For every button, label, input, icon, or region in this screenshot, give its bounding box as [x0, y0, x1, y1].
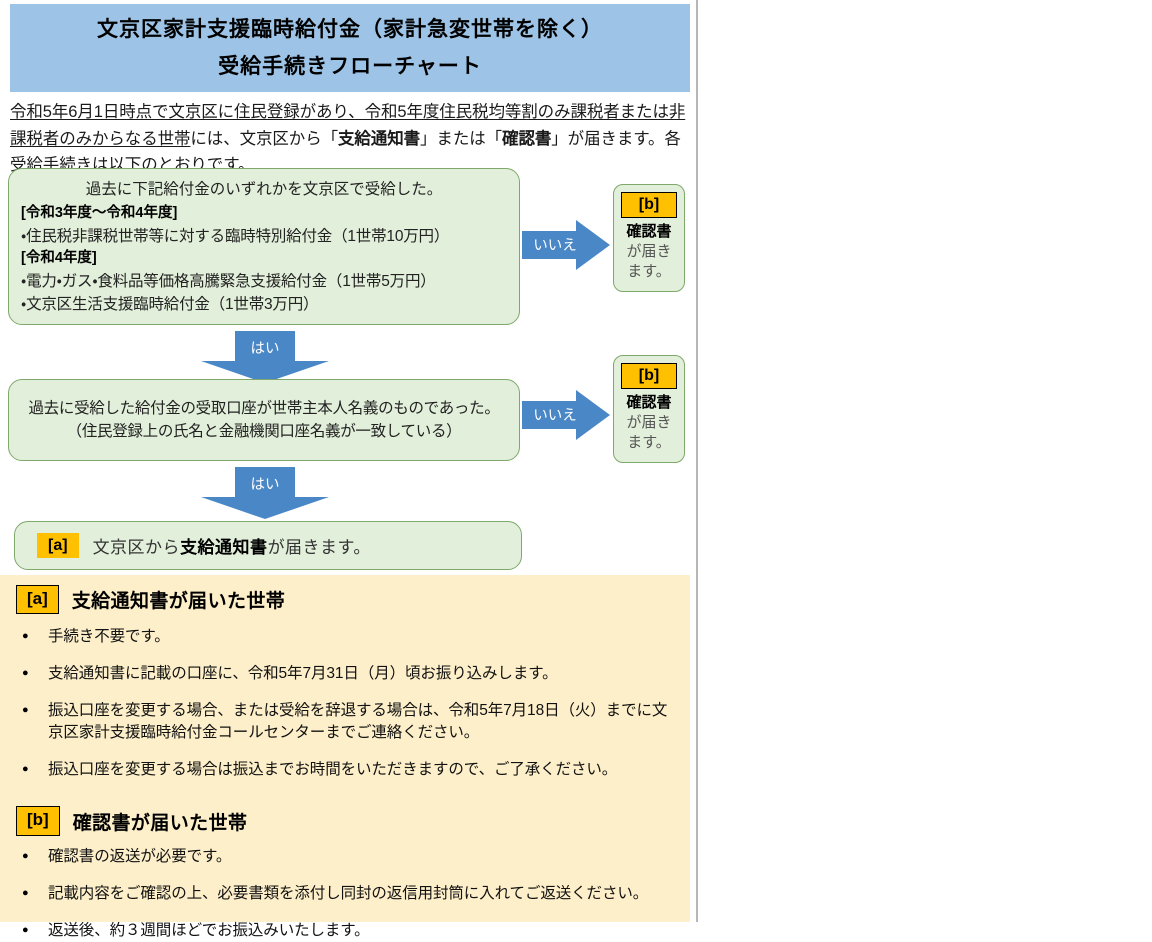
- section-b-title: 確認書が届いた世帯: [72, 812, 248, 834]
- outcome-a-badge: [a]: [37, 532, 79, 559]
- arrow-yes-1: はい: [200, 331, 330, 383]
- list-item: 手続き不要です。: [22, 626, 676, 648]
- list-item: 振込口座を変更する場合、または受給を辞退する場合は、令和5年7月18日（火）まで…: [22, 700, 676, 744]
- decision1-group2-item-0: ・電力・ガス・食料品等価格高騰緊急支援給付金（1世帯5万円）: [21, 273, 436, 291]
- outcome-b-2-line2: が届き: [626, 413, 672, 431]
- section-b: [b] 確認書が届いた世帯 確認書の返送が必要です。 記載内容をご確認の上、必要…: [0, 796, 690, 941]
- outcome-box-a: [a] 文京区から支給通知書が届きます。: [14, 521, 522, 570]
- info-sections: [a] 支給通知書が届いた世帯 手続き不要です。 支給通知書に記載の口座に、令和…: [0, 575, 690, 941]
- list-item: 返送後、約３週間ほどでお振込みいたします。: [22, 920, 676, 942]
- decision2-line1: 過去に受給した給付金の受取口座が世帯主本人名義のものであった。: [28, 399, 500, 417]
- arrow-no-2-label: いいえ: [533, 408, 577, 424]
- arrow-yes-2: はい: [200, 467, 330, 519]
- outcome-a-text-bold: 支給通知書: [180, 538, 268, 557]
- list-item: 振込口座を変更する場合は振込までお時間をいただきますので、ご了承ください。: [22, 759, 676, 781]
- outcome-b-2-line1: 確認書: [626, 394, 672, 412]
- outcome-b-1-line3: ます。: [627, 262, 671, 280]
- arrow-yes-2-label: はい: [250, 477, 280, 493]
- decision1-group2-item-1: ・文京区生活支援臨時給付金（1世帯3万円）: [21, 296, 319, 314]
- decision1-group1-header: [令和3年度〜令和4年度]: [21, 205, 178, 222]
- section-a: [a] 支給通知書が届いた世帯 手続き不要です。 支給通知書に記載の口座に、令和…: [0, 575, 690, 781]
- section-a-list: 手続き不要です。 支給通知書に記載の口座に、令和5年7月31日（月）頃お振り込み…: [0, 620, 690, 781]
- decision1-question: 過去に下記給付金のいずれかを文京区で受給した。: [85, 181, 443, 198]
- flowchart: 過去に下記給付金のいずれかを文京区で受給した。 [令和3年度〜令和4年度] ・住…: [0, 0, 698, 575]
- section-b-list: 確認書の返送が必要です。 記載内容をご確認の上、必要書類を添付し同封の返信用封筒…: [0, 842, 690, 942]
- outcome-a-text-pre: 文京区から: [92, 538, 181, 557]
- list-item: 支給通知書に記載の口座に、令和5年7月31日（月）頃お振り込みします。: [22, 663, 676, 685]
- arrow-no-1-label: いいえ: [533, 238, 577, 254]
- outcome-box-b-2: [b] 確認書 が届き ます。: [613, 355, 685, 463]
- outcome-a-text: 文京区から支給通知書が届きます。: [93, 533, 371, 558]
- arrow-yes-1-label: はい: [250, 341, 280, 357]
- outcome-box-b-1: [b] 確認書 が届き ます。: [613, 184, 685, 292]
- decision1-group2-header: [令和4年度]: [21, 250, 97, 267]
- decision-box-account-name: 過去に受給した給付金の受取口座が世帯主本人名義のものであった。 （住民登録上の氏…: [8, 379, 520, 461]
- outcome-b-1-line1: 確認書: [626, 223, 672, 241]
- decision1-group1-item-0: ・住民税非課税世帯等に対する臨時特別給付金（1世帯10万円）: [21, 228, 450, 246]
- outcome-b-2-line3: ます。: [627, 433, 671, 451]
- outcome-b-1-line2: が届き: [626, 242, 672, 260]
- arrow-no-1: いいえ: [522, 218, 610, 272]
- document-page: 文京区家計支援臨時給付金（家計急変世帯を除く） 受給手続きフローチャート 令和5…: [0, 0, 698, 941]
- section-a-header: [a] 支給通知書が届いた世帯: [0, 575, 690, 620]
- section-a-badge: [a]: [16, 585, 59, 615]
- section-a-title: 支給通知書が届いた世帯: [71, 591, 286, 613]
- decision2-line2: （住民登録上の氏名と金融機関口座名義が一致している）: [66, 423, 462, 440]
- outcome-b-2-badge: [b]: [621, 363, 677, 390]
- list-item: 記載内容をご確認の上、必要書類を添付し同封の返信用封筒に入れてご返送ください。: [22, 883, 676, 905]
- outcome-a-text-post: が届きます。: [267, 538, 371, 557]
- outcome-b-1-badge: [b]: [621, 192, 677, 219]
- list-item: 確認書の返送が必要です。: [22, 846, 676, 868]
- section-b-header: [b] 確認書が届いた世帯: [0, 796, 690, 841]
- decision-box-past-benefit: 過去に下記給付金のいずれかを文京区で受給した。 [令和3年度〜令和4年度] ・住…: [8, 168, 520, 325]
- arrow-no-2: いいえ: [522, 388, 610, 442]
- section-b-badge: [b]: [16, 806, 60, 836]
